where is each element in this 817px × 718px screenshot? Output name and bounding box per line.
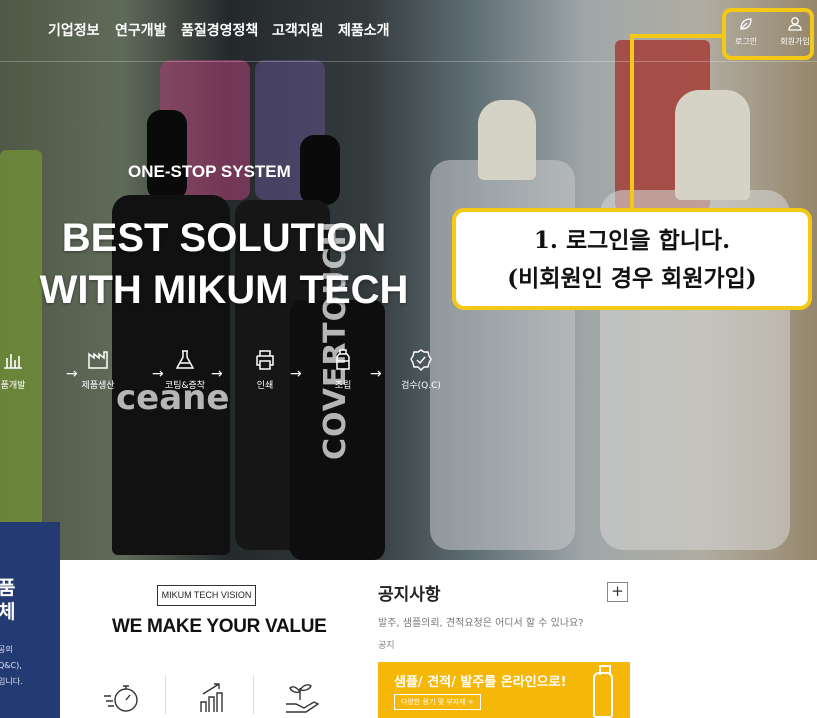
top-navigation: 기업정보 연구개발 품질경영정책 고객지원 제품소개 로그인 회원가입	[0, 0, 817, 62]
side-text-line3: 입니다.	[0, 677, 23, 686]
instruction-line2: (비회원인 경우 회원가입)	[507, 265, 757, 292]
side-text-line2: Q&C),	[0, 661, 22, 670]
step-arrow: →	[211, 366, 223, 382]
step-label: 제품생산	[81, 381, 115, 391]
bottle-icon	[336, 349, 350, 370]
step-production: 제품생산	[63, 348, 133, 391]
step-qc: 검수(Q.C)	[386, 348, 456, 391]
online-order-banner[interactable]: 샘플/ 견적/ 발주를 온라인으로! 다양한 용기 및 부자재 +	[378, 662, 630, 718]
step-assembly: 조립	[308, 348, 378, 391]
side-panel: 품 체 공의 Q&C), 입니다.	[0, 522, 60, 718]
side-panel-text: 공의 Q&C), 입니다.	[0, 642, 23, 690]
flask-icon	[175, 350, 195, 369]
check-badge-icon	[410, 349, 432, 371]
hero-title: BEST SOLUTION WITH MIKUM TECH	[24, 212, 424, 316]
notice-more-button[interactable]: +	[607, 582, 628, 602]
login-highlight-box	[722, 8, 814, 60]
hero-subtitle: ONE-STOP SYSTEM	[128, 162, 291, 181]
plant-hand-icon	[286, 684, 320, 713]
callout-connector-vertical	[630, 34, 634, 210]
notice-category: 공지	[378, 641, 395, 651]
step-arrow: →	[290, 366, 302, 382]
step-label: 코팅&증착	[164, 381, 206, 391]
promo-button[interactable]: 다양한 용기 및 부자재 +	[394, 694, 481, 710]
printer-icon	[256, 350, 274, 370]
step-label: 검수(Q.C)	[401, 381, 441, 391]
vision-divider	[165, 676, 166, 714]
step-label: 조립	[334, 381, 352, 391]
step-product-dev: 품개발	[0, 348, 48, 391]
nav-quality-policy[interactable]: 품질경영정책	[181, 20, 258, 40]
step-coating: 코팅&증착	[150, 348, 220, 391]
side-title-line2: 체	[0, 601, 16, 623]
vision-tag: MIKUM TECH VISION	[157, 585, 256, 606]
callout-connector-horizontal	[630, 34, 724, 38]
vision-divider	[253, 676, 254, 714]
notice-item-link[interactable]: 발주, 샘플의뢰, 견적요청은 어디서 할 수 있나요?	[378, 614, 584, 629]
instruction-callout: 1. 로그인을 합니다. (비회원인 경우 회원가입)	[452, 208, 812, 310]
side-title-line1: 품	[0, 577, 16, 599]
pump-bottle-icon	[593, 665, 613, 718]
notice-title: 공지사항	[378, 585, 441, 605]
stopwatch-icon	[104, 685, 138, 712]
vision-title: WE MAKE YOUR VALUE	[112, 616, 327, 637]
growth-chart-icon	[200, 683, 223, 712]
factory-icon	[88, 351, 108, 369]
step-label: 품개발	[0, 381, 26, 391]
step-arrow: →	[370, 366, 382, 382]
instruction-line1: 1. 로그인을 합니다.	[533, 227, 731, 254]
promo-title: 샘플/ 견적/ 발주를 온라인으로!	[394, 675, 567, 690]
nav-company-info[interactable]: 기업정보	[48, 20, 100, 40]
side-text-line1: 공의	[0, 645, 13, 654]
bar-chart-icon	[4, 354, 22, 369]
nav-customer-support[interactable]: 고객지원	[272, 20, 324, 40]
nav-products[interactable]: 제품소개	[338, 20, 390, 40]
hero-title-line2: WITH MIKUM TECH	[39, 268, 409, 312]
hero-title-line1: BEST SOLUTION	[61, 216, 387, 260]
side-panel-title: 품 체	[0, 576, 15, 624]
nav-research[interactable]: 연구개발	[115, 20, 167, 40]
